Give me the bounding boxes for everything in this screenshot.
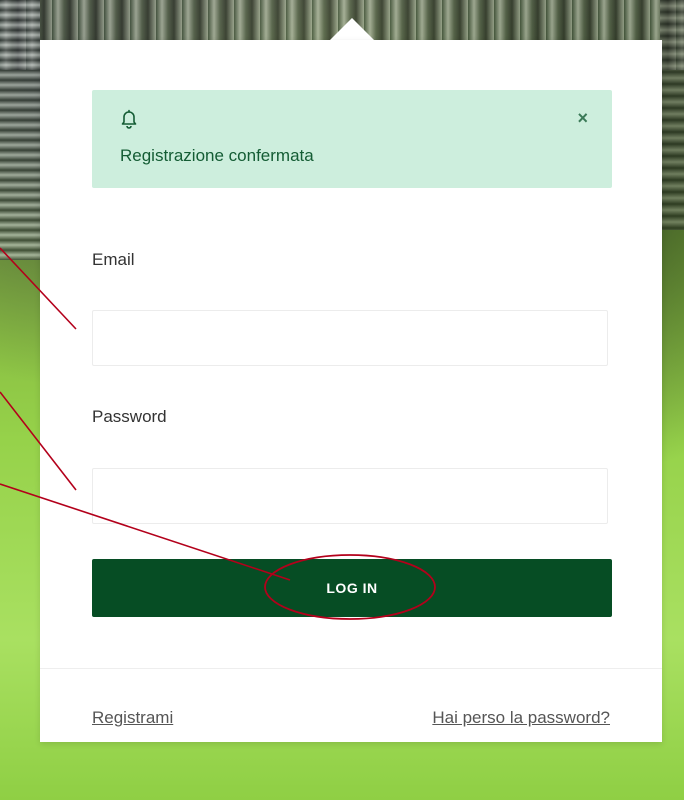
success-alert: × Registrazione confermata bbox=[92, 90, 612, 188]
popup-caret bbox=[330, 18, 374, 40]
background-left-texture bbox=[0, 0, 40, 260]
background-right-texture bbox=[660, 0, 684, 230]
login-button[interactable]: LOG IN bbox=[92, 559, 612, 617]
password-input[interactable] bbox=[92, 468, 608, 524]
close-icon[interactable]: × bbox=[577, 108, 588, 128]
email-label: Email bbox=[92, 250, 135, 269]
password-label: Password bbox=[92, 407, 167, 426]
login-popup: × Registrazione confermata Email Passwor… bbox=[40, 40, 662, 742]
footer-divider bbox=[40, 668, 662, 669]
lost-password-link[interactable]: Hai perso la password? bbox=[432, 708, 610, 728]
bell-icon bbox=[120, 109, 138, 129]
email-input[interactable] bbox=[92, 310, 608, 366]
register-link[interactable]: Registrami bbox=[92, 708, 173, 728]
alert-message: Registrazione confermata bbox=[120, 146, 314, 165]
